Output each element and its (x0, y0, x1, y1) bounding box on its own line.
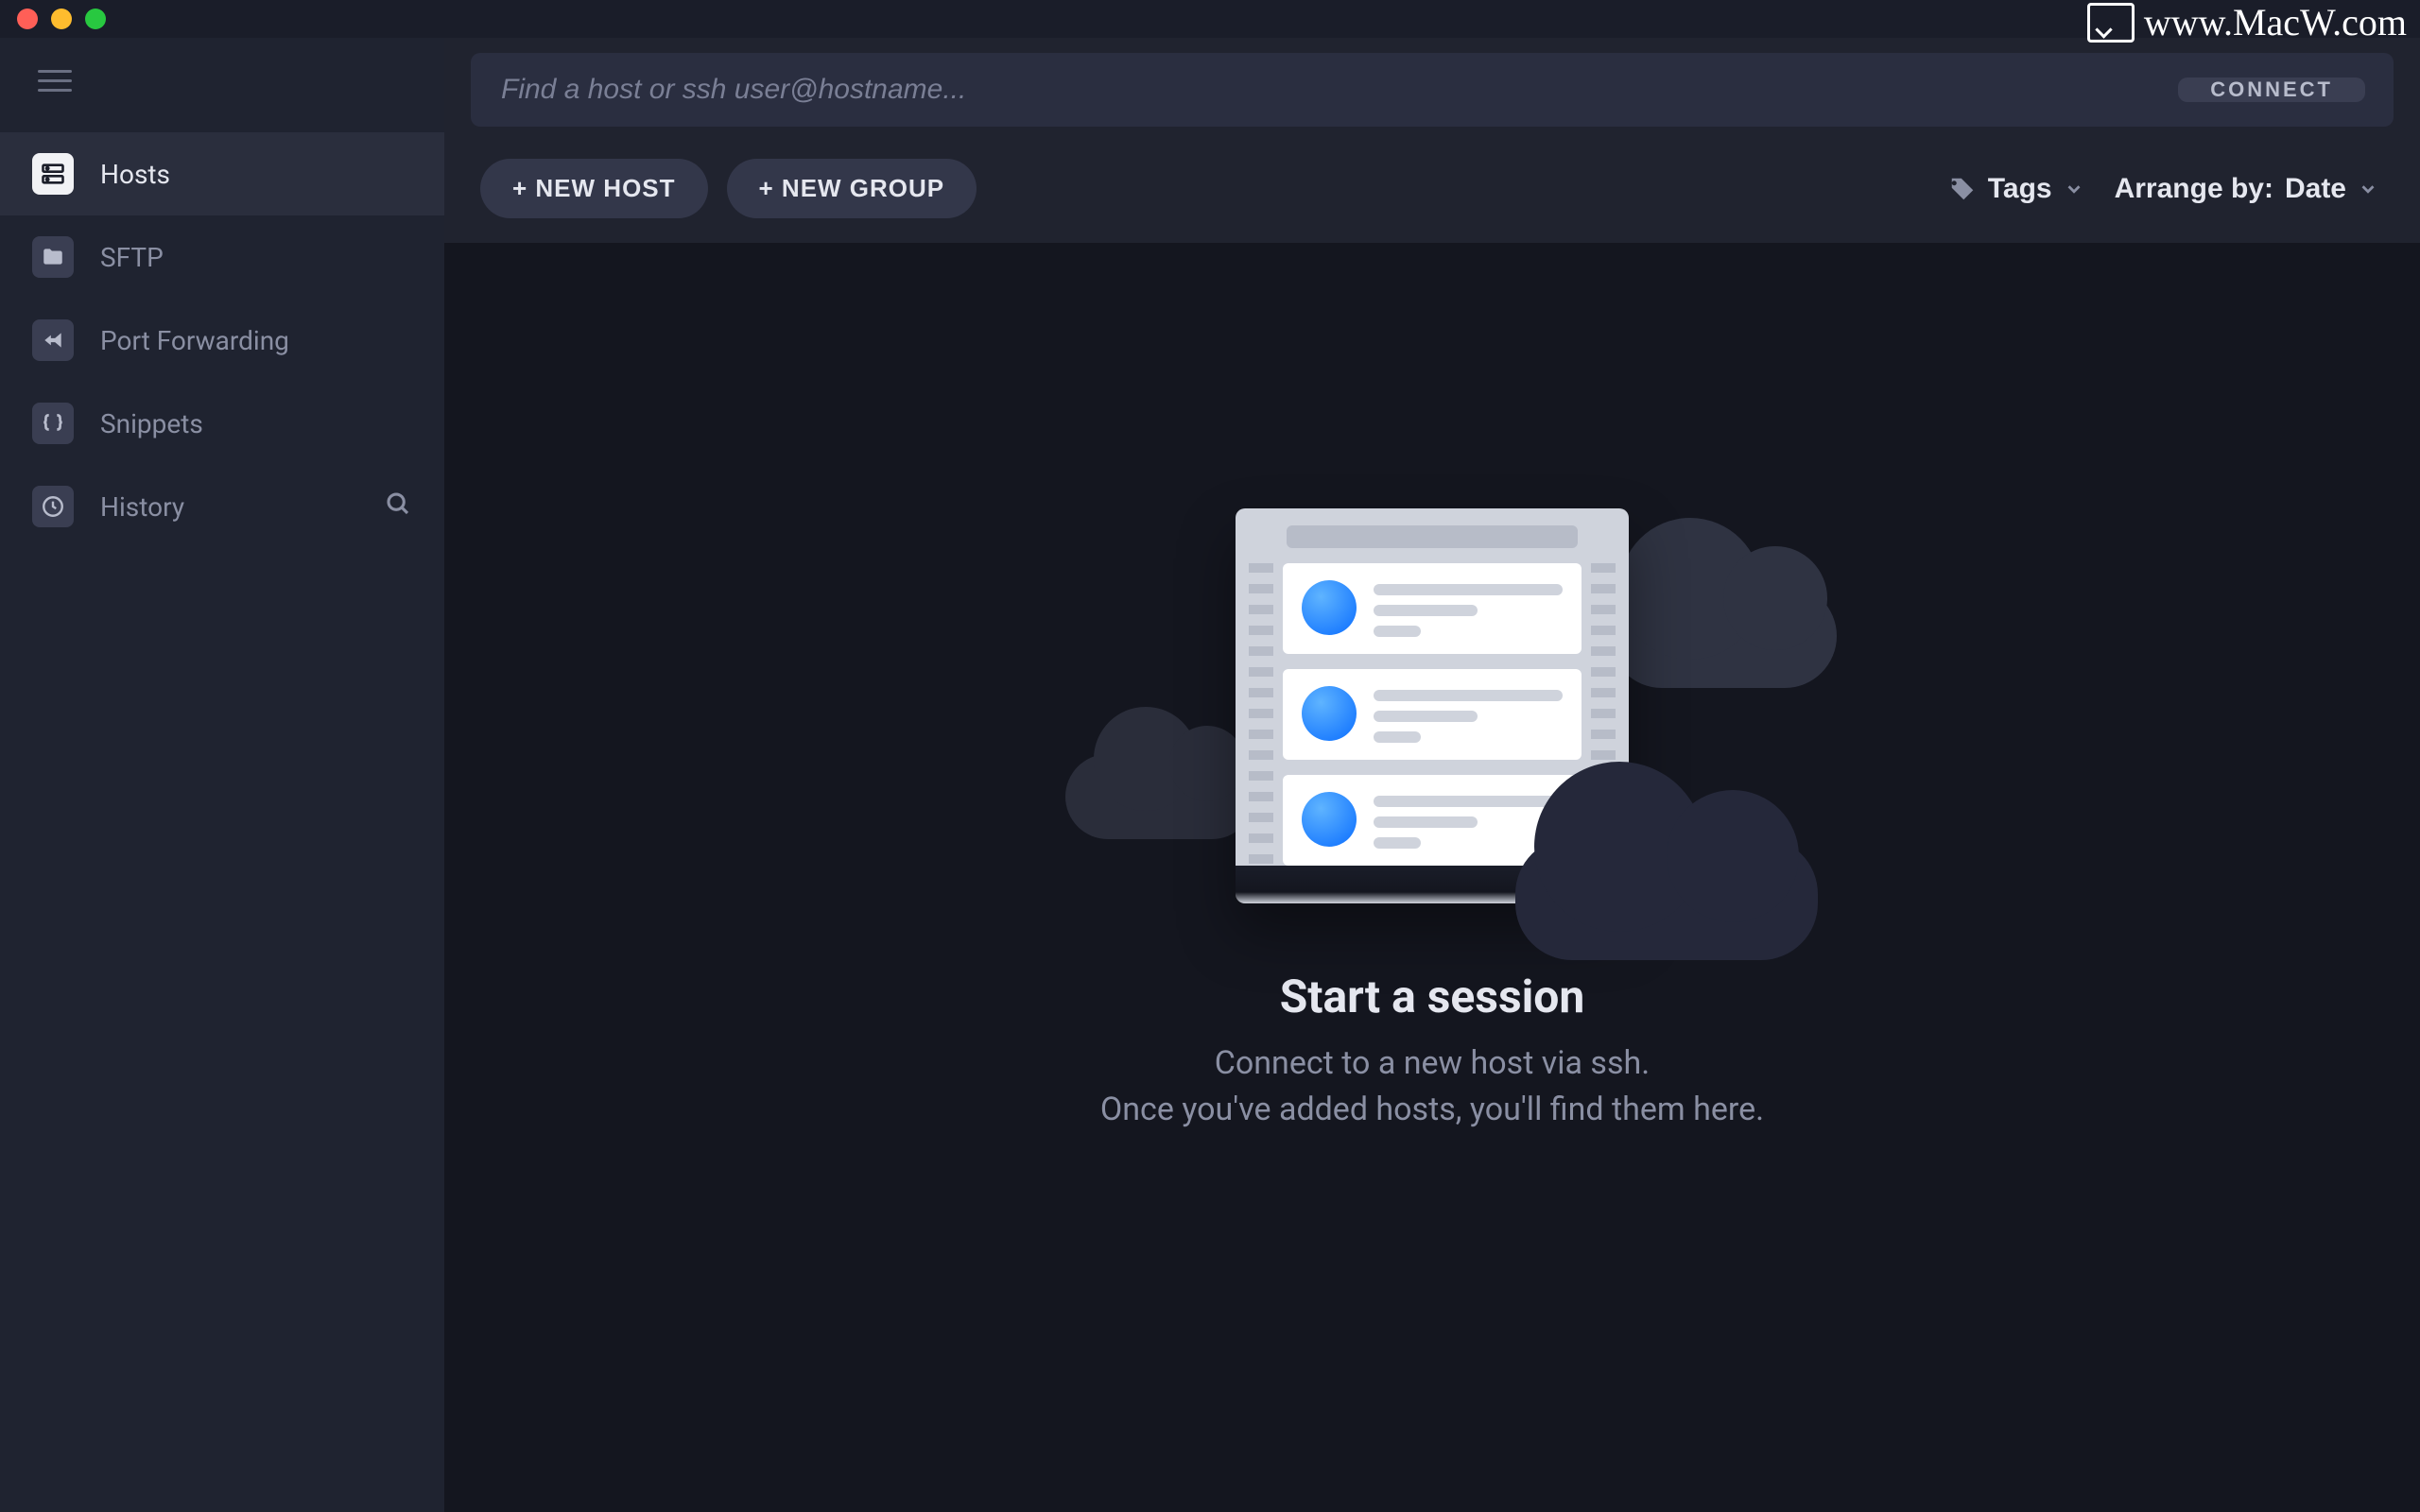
sidebar-item-label: Port Forwarding (100, 325, 289, 356)
cloud-icon (1515, 837, 1818, 960)
history-icon (32, 486, 74, 527)
topbar: CONNECT + NEW HOST + NEW GROUP Tags Arra… (444, 38, 2420, 243)
tag-icon (1948, 175, 1977, 203)
sidebar-item-label: Hosts (100, 159, 170, 190)
watermark: www.MacW.com (2087, 0, 2407, 44)
window-zoom-button[interactable] (85, 9, 106, 29)
arrange-value: Date (2285, 173, 2346, 205)
menu-toggle-button[interactable] (38, 66, 76, 94)
empty-state-title: Start a session (1280, 970, 1585, 1023)
chevron-down-icon (2064, 179, 2084, 199)
app-window: www.MacW.com Hosts SFTP (0, 0, 2420, 1512)
sidebar: Hosts SFTP Port Forwarding Snippets (0, 38, 444, 1512)
host-search-field[interactable]: CONNECT (471, 53, 2394, 127)
main-panel: CONNECT + NEW HOST + NEW GROUP Tags Arra… (444, 38, 2420, 1512)
empty-state: Start a session Connect to a new host vi… (444, 243, 2420, 1512)
sidebar-item-hosts[interactable]: Hosts (0, 132, 444, 215)
cloud-icon (1610, 584, 1837, 688)
new-host-button[interactable]: + NEW HOST (480, 159, 708, 218)
sidebar-item-history[interactable]: History (0, 465, 444, 548)
history-search-button[interactable] (384, 490, 412, 524)
empty-illustration (1236, 508, 1629, 903)
connect-button[interactable]: CONNECT (2178, 77, 2365, 102)
titlebar (0, 0, 2420, 38)
arrange-prefix: Arrange by: (2115, 173, 2273, 205)
hosts-icon (32, 153, 74, 195)
sidebar-item-label: History (100, 491, 184, 523)
arrange-by-button[interactable]: Arrange by: Date (2109, 172, 2384, 206)
new-group-button[interactable]: + NEW GROUP (727, 159, 977, 218)
tags-filter-button[interactable]: Tags (1943, 172, 2090, 206)
sidebar-item-sftp[interactable]: SFTP (0, 215, 444, 299)
sidebar-item-snippets[interactable]: Snippets (0, 382, 444, 465)
host-search-input[interactable] (499, 73, 2178, 107)
window-close-button[interactable] (17, 9, 38, 29)
watermark-icon (2087, 3, 2135, 43)
watermark-text: www.MacW.com (2144, 0, 2407, 44)
sidebar-item-label: SFTP (100, 242, 164, 273)
empty-state-subtitle: Connect to a new host via ssh. Once you'… (1100, 1040, 1764, 1134)
folder-icon (32, 236, 74, 278)
sidebar-item-label: Snippets (100, 408, 203, 439)
window-minimize-button[interactable] (51, 9, 72, 29)
sidebar-item-port-forwarding[interactable]: Port Forwarding (0, 299, 444, 382)
braces-icon (32, 403, 74, 444)
forward-icon (32, 319, 74, 361)
tags-label: Tags (1988, 173, 2052, 205)
cloud-icon (1065, 754, 1254, 839)
chevron-down-icon (2358, 179, 2378, 199)
